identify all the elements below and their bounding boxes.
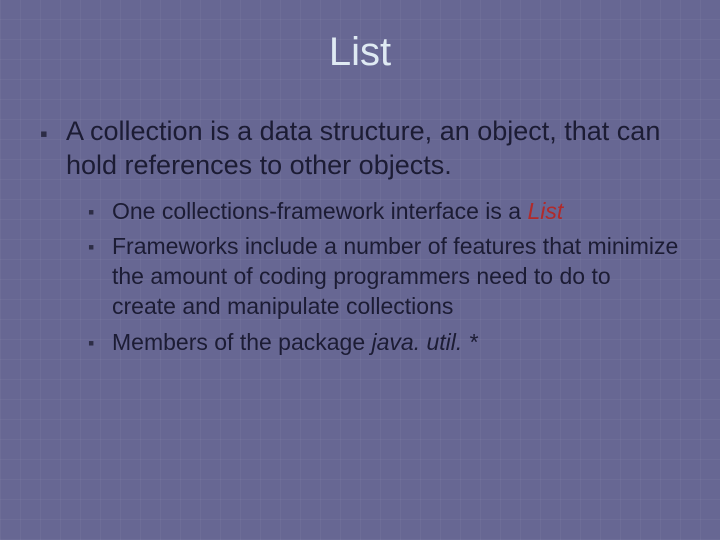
bullet-marker-icon: ▪ <box>40 115 66 148</box>
bullet-marker-icon: ▪ <box>88 232 112 259</box>
bullet-level2: ▪ Members of the package java. util. * <box>88 328 680 358</box>
bullet-text-em: List <box>527 198 563 224</box>
bullet-marker-icon: ▪ <box>88 197 112 224</box>
bullet-level2: ▪ One collections-framework interface is… <box>88 197 680 227</box>
bullet-level1: ▪ A collection is a data structure, an o… <box>40 115 680 183</box>
bullet-level2: ▪ Frameworks include a number of feature… <box>88 232 680 322</box>
bullet-text: A collection is a data structure, an obj… <box>66 115 680 183</box>
bullet-text-pre: Frameworks include a number of features … <box>112 233 678 319</box>
bullet-text: Members of the package java. util. * <box>112 328 680 358</box>
bullet-text-pre: Members of the package <box>112 329 372 355</box>
bullet-text: One collections-framework interface is a… <box>112 197 680 227</box>
bullet-text-em: java. util. * <box>372 329 478 355</box>
sub-bullet-group: ▪ One collections-framework interface is… <box>88 197 680 358</box>
bullet-text-pre: One collections-framework interface is a <box>112 198 527 224</box>
slide: List ▪ A collection is a data structure,… <box>0 0 720 540</box>
bullet-marker-icon: ▪ <box>88 328 112 355</box>
slide-title: List <box>40 30 680 75</box>
bullet-text: Frameworks include a number of features … <box>112 232 680 322</box>
